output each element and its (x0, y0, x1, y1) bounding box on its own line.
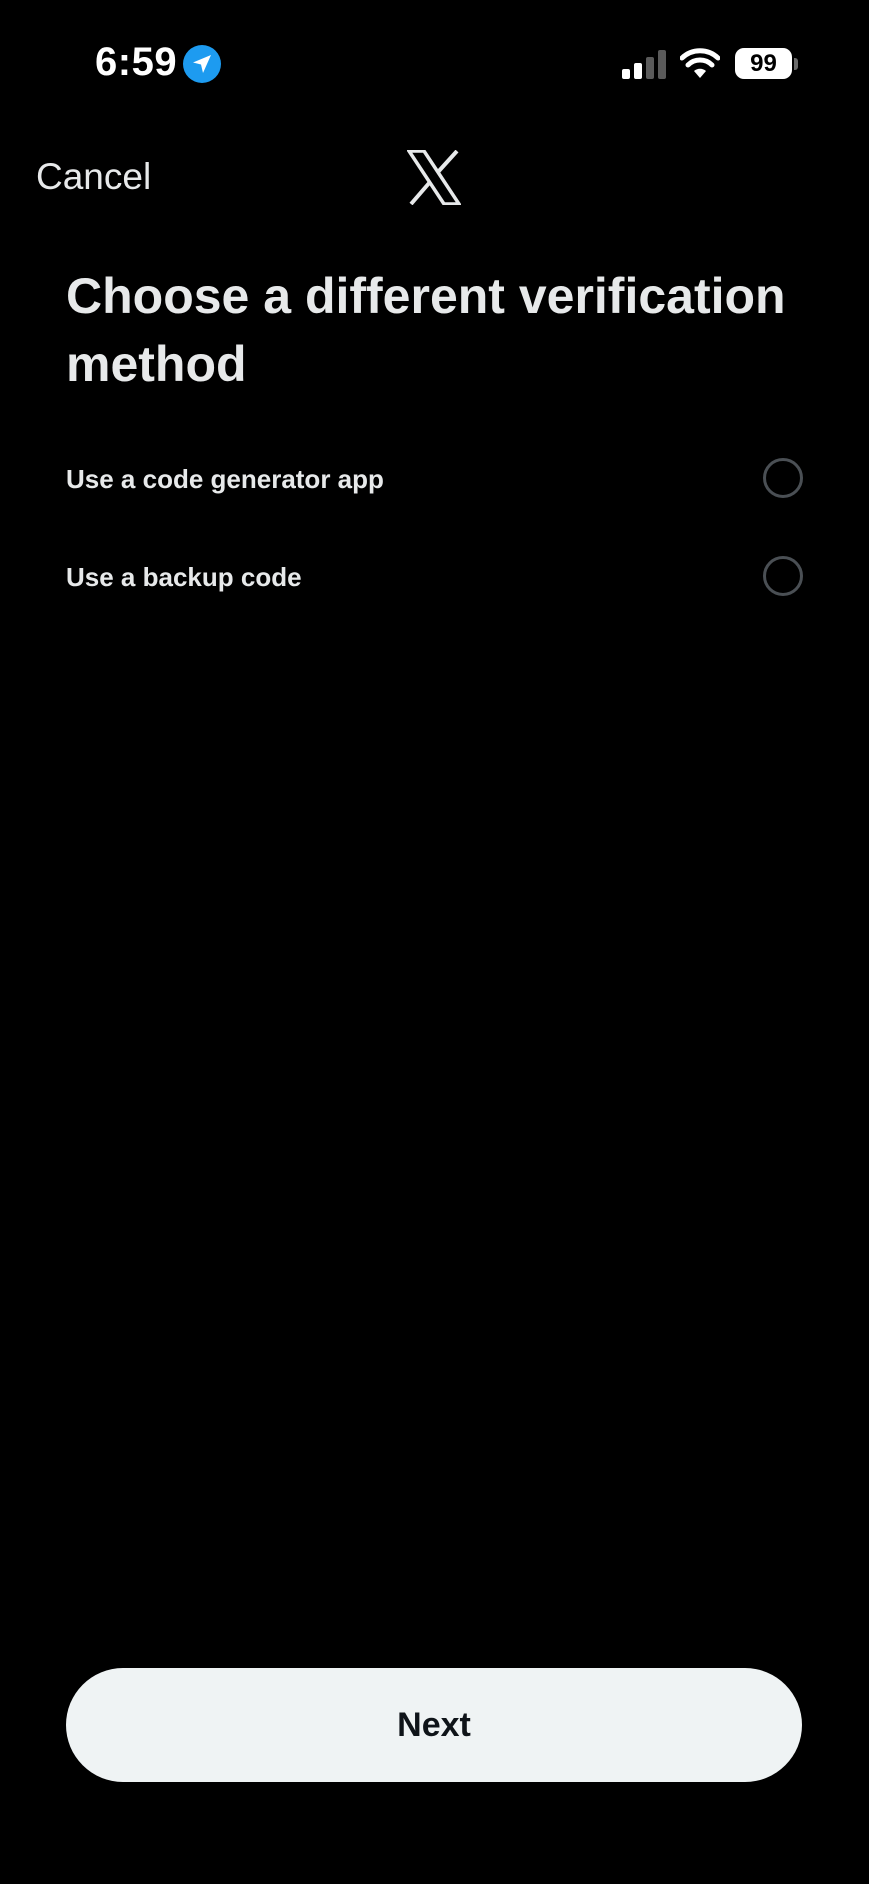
next-button[interactable]: Next (66, 1668, 802, 1782)
option-label: Use a code generator app (66, 464, 384, 494)
status-time: 6:59 (95, 40, 178, 84)
radio-button[interactable] (763, 556, 803, 596)
option-backup-code[interactable]: Use a backup code (66, 548, 803, 608)
wifi-icon (680, 48, 720, 78)
cellular-signal-icon (622, 50, 666, 79)
option-label: Use a backup code (66, 562, 302, 592)
page-title: Choose a different verification method (66, 268, 786, 392)
battery-icon: 99 (735, 48, 792, 79)
x-logo-icon (407, 150, 461, 205)
option-code-generator-app[interactable]: Use a code generator app (66, 450, 803, 510)
radio-button[interactable] (763, 458, 803, 498)
cancel-button[interactable]: Cancel (36, 156, 151, 198)
battery-nub (794, 58, 798, 70)
location-arrow-icon (183, 45, 221, 83)
status-bar: 6:59 99 (0, 0, 869, 120)
